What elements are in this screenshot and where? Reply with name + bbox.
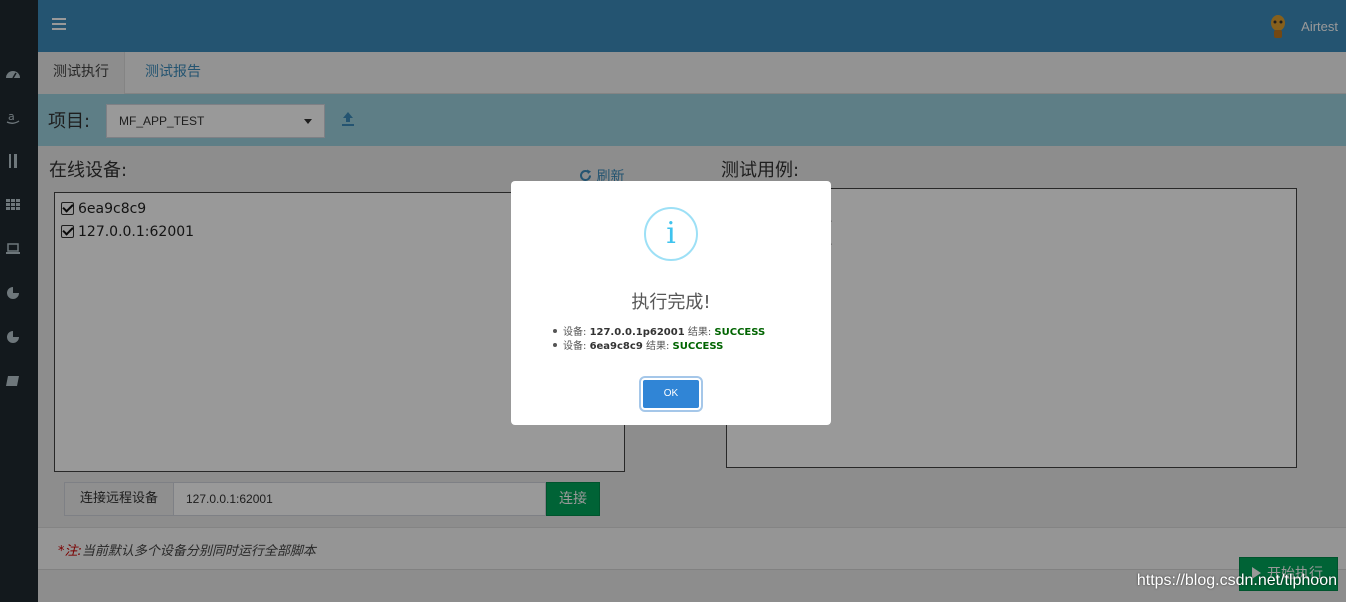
ok-button[interactable]: OK — [641, 378, 701, 410]
result-value: SUCCESS — [672, 341, 724, 352]
bullet-icon — [553, 329, 557, 333]
bullet-icon — [553, 343, 557, 347]
device-value: 6ea9c8c9 — [589, 341, 643, 352]
device-label: 设备: — [563, 341, 587, 352]
device-label: 设备: — [563, 327, 587, 338]
watermark: https://blog.csdn.net/tlphoon — [1136, 572, 1337, 589]
dialog-title: 执行完成! — [631, 292, 711, 313]
info-icon: i — [644, 207, 698, 261]
list-item: 设备: 6ea9c8c9 结果: SUCCESS — [553, 340, 765, 354]
result-list: 设备: 127.0.0.1p62001 结果: SUCCESS 设备: 6ea9… — [553, 326, 765, 354]
result-value: SUCCESS — [714, 327, 766, 338]
result-label: 结果: — [687, 327, 712, 338]
list-item: 设备: 127.0.0.1p62001 结果: SUCCESS — [553, 326, 765, 340]
result-label: 结果: — [645, 341, 670, 352]
device-value: 127.0.0.1p62001 — [589, 327, 685, 338]
completion-dialog: i 执行完成! 设备: 127.0.0.1p62001 结果: SUCCESS … — [511, 181, 831, 425]
